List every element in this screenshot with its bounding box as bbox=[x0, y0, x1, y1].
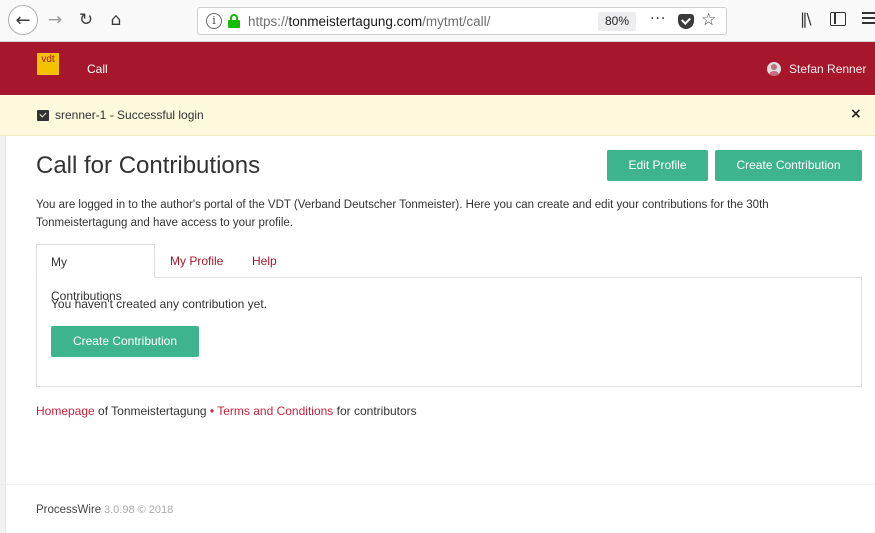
home-button[interactable]: ⌂ bbox=[104, 6, 128, 34]
url-path: /mytmt/call/ bbox=[422, 14, 491, 29]
hamburger-menu-icon[interactable] bbox=[862, 12, 875, 25]
url-bar[interactable]: i https://tonmeistertagung.com/mytmt/cal… bbox=[197, 7, 727, 35]
url-prefix: https:// bbox=[248, 14, 289, 29]
back-button[interactable]: ← bbox=[8, 5, 38, 35]
pocket-icon[interactable] bbox=[678, 14, 694, 29]
page-actions-icon[interactable]: ··· bbox=[650, 11, 666, 27]
user-avatar-icon[interactable] bbox=[767, 62, 781, 76]
homepage-suffix: of Tonmeistertagung bbox=[94, 404, 210, 418]
app-header: vdt Call Stefan Renner bbox=[0, 42, 875, 95]
page-title: Call for Contributions bbox=[36, 152, 261, 179]
tab-my-profile[interactable]: My Profile bbox=[156, 244, 237, 278]
nav-link-call[interactable]: Call bbox=[87, 62, 108, 76]
processwire-name: ProcessWire bbox=[36, 504, 102, 516]
tab-bar: My Contributions My Profile Help bbox=[36, 244, 862, 303]
edit-profile-button[interactable]: Edit Profile bbox=[607, 150, 708, 181]
page-footer: ProcessWire 3.0.98 © 2018 bbox=[0, 484, 875, 533]
user-name[interactable]: Stefan Renner bbox=[789, 62, 866, 76]
tab-help[interactable]: Help bbox=[238, 244, 291, 278]
reload-button[interactable]: ↻ bbox=[74, 6, 98, 34]
success-alert: srenner-1 - Successful login × bbox=[0, 95, 875, 136]
create-contribution-panel-button[interactable]: Create Contribution bbox=[51, 326, 199, 357]
sidebar-icon[interactable] bbox=[830, 12, 846, 26]
zoom-badge[interactable]: 80% bbox=[598, 12, 637, 31]
processwire-version: 3.0.98 © 2018 bbox=[104, 504, 174, 516]
footer-links: Homepage of Tonmeistertagung • Terms and… bbox=[36, 404, 417, 418]
url-domain: tonmeistertagung.com bbox=[288, 14, 423, 29]
info-icon[interactable]: i bbox=[206, 13, 222, 29]
bullet-separator: • bbox=[209, 404, 215, 418]
check-square-icon bbox=[37, 110, 49, 121]
create-contribution-button[interactable]: Create Contribution bbox=[715, 150, 862, 181]
tab-my-contributions[interactable]: My Contributions bbox=[36, 244, 155, 303]
bookmark-star-icon[interactable]: ☆ bbox=[701, 10, 716, 30]
forward-button[interactable]: → bbox=[44, 6, 66, 34]
homepage-link[interactable]: Homepage bbox=[36, 404, 95, 418]
lock-icon[interactable] bbox=[228, 14, 240, 28]
terms-link[interactable]: Terms and Conditions bbox=[217, 404, 333, 418]
library-icon[interactable]: ‖\ bbox=[800, 10, 812, 28]
url-text[interactable]: https://tonmeistertagung.com/mytmt/call/ bbox=[248, 14, 490, 29]
alert-message: srenner-1 - Successful login bbox=[55, 108, 204, 122]
contributions-panel: You haven't created any contribution yet… bbox=[36, 277, 862, 387]
browser-toolbar: ← → ↻ ⌂ i https://tonmeistertagung.com/m… bbox=[0, 0, 875, 42]
terms-suffix: for contributors bbox=[333, 404, 417, 418]
intro-text: You are logged in to the author's portal… bbox=[36, 199, 769, 229]
vdt-logo[interactable]: vdt bbox=[37, 53, 59, 75]
close-icon[interactable]: × bbox=[850, 106, 862, 122]
